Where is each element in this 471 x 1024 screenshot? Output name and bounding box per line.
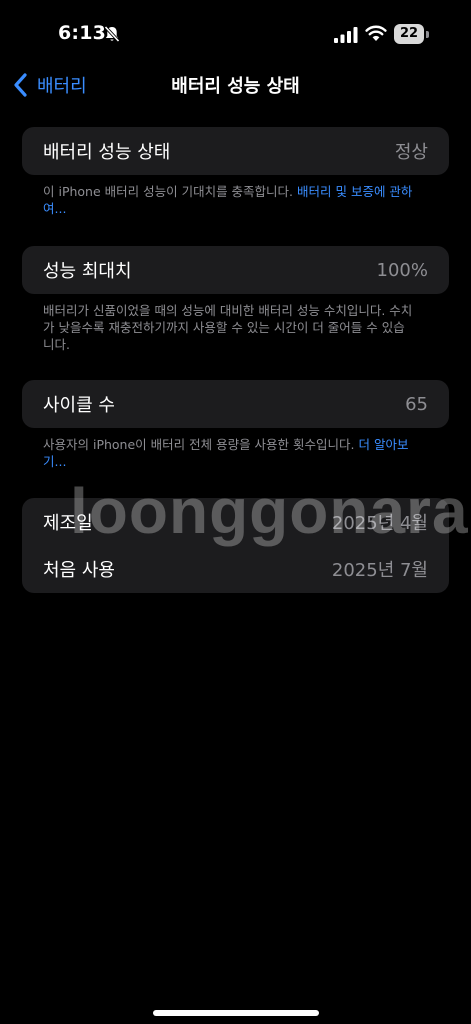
battery-health-row: 배터리 성능 상태 정상: [22, 127, 449, 175]
cycle-count-row: 사이클 수 65: [22, 380, 449, 428]
manufacture-date-label: 제조일: [43, 513, 93, 534]
battery-cap: [426, 31, 429, 38]
page-title: 배터리 성능 상태: [171, 76, 300, 97]
maximum-capacity-note: 배터리가 신품이었을 때의 성능에 대비한 배터리 성능 수치입니다. 수치가 …: [43, 303, 413, 352]
maximum-capacity-footnote: 배터리가 신품이었을 때의 성능에 대비한 배터리 성능 수치입니다. 수치가 …: [43, 302, 413, 353]
manufacture-date-row: 제조일 2025년 4월: [22, 498, 449, 546]
first-use-row: 처음 사용 2025년 7월: [22, 545, 449, 593]
maximum-capacity-card: 성능 최대치 100%: [22, 246, 449, 294]
battery-health-card: 배터리 성능 상태 정상: [22, 127, 449, 175]
dates-card: 제조일 2025년 4월 처음 사용 2025년 7월: [22, 498, 449, 593]
status-bar: 6:13 22: [0, 0, 471, 60]
signal-icon: [334, 27, 358, 43]
maximum-capacity-row: 성능 최대치 100%: [22, 246, 449, 294]
battery-health-label: 배터리 성능 상태: [43, 142, 171, 163]
battery-health-footnote: 이 iPhone 배터리 성능이 기대치를 충족합니다. 배터리 및 보증에 관…: [43, 183, 413, 217]
status-time: 6:13: [58, 22, 107, 44]
cycle-count-value: 65: [405, 393, 428, 415]
battery-level: 22: [394, 24, 424, 44]
cycle-count-footnote: 사용자의 iPhone이 배터리 전체 용량을 사용한 횟수입니다. 더 알아보…: [43, 436, 413, 470]
battery-health-note: 이 iPhone 배터리 성능이 기대치를 충족합니다.: [43, 184, 298, 199]
cycle-count-card: 사이클 수 65: [22, 380, 449, 428]
battery-health-value: 정상: [394, 142, 428, 163]
home-indicator[interactable]: [153, 1010, 319, 1016]
cycle-count-label: 사이클 수: [43, 395, 115, 416]
maximum-capacity-label: 성능 최대치: [43, 261, 132, 282]
maximum-capacity-value: 100%: [376, 259, 428, 281]
cycle-count-note: 사용자의 iPhone이 배터리 전체 용량을 사용한 횟수입니다.: [43, 437, 359, 452]
manufacture-date-value: 2025년 4월: [331, 513, 428, 534]
first-use-label: 처음 사용: [43, 560, 115, 581]
first-use-value: 2025년 7월: [331, 560, 428, 581]
bell-slash-icon: [104, 25, 120, 43]
wifi-icon: [365, 25, 387, 41]
battery-icon: 22: [394, 24, 430, 44]
